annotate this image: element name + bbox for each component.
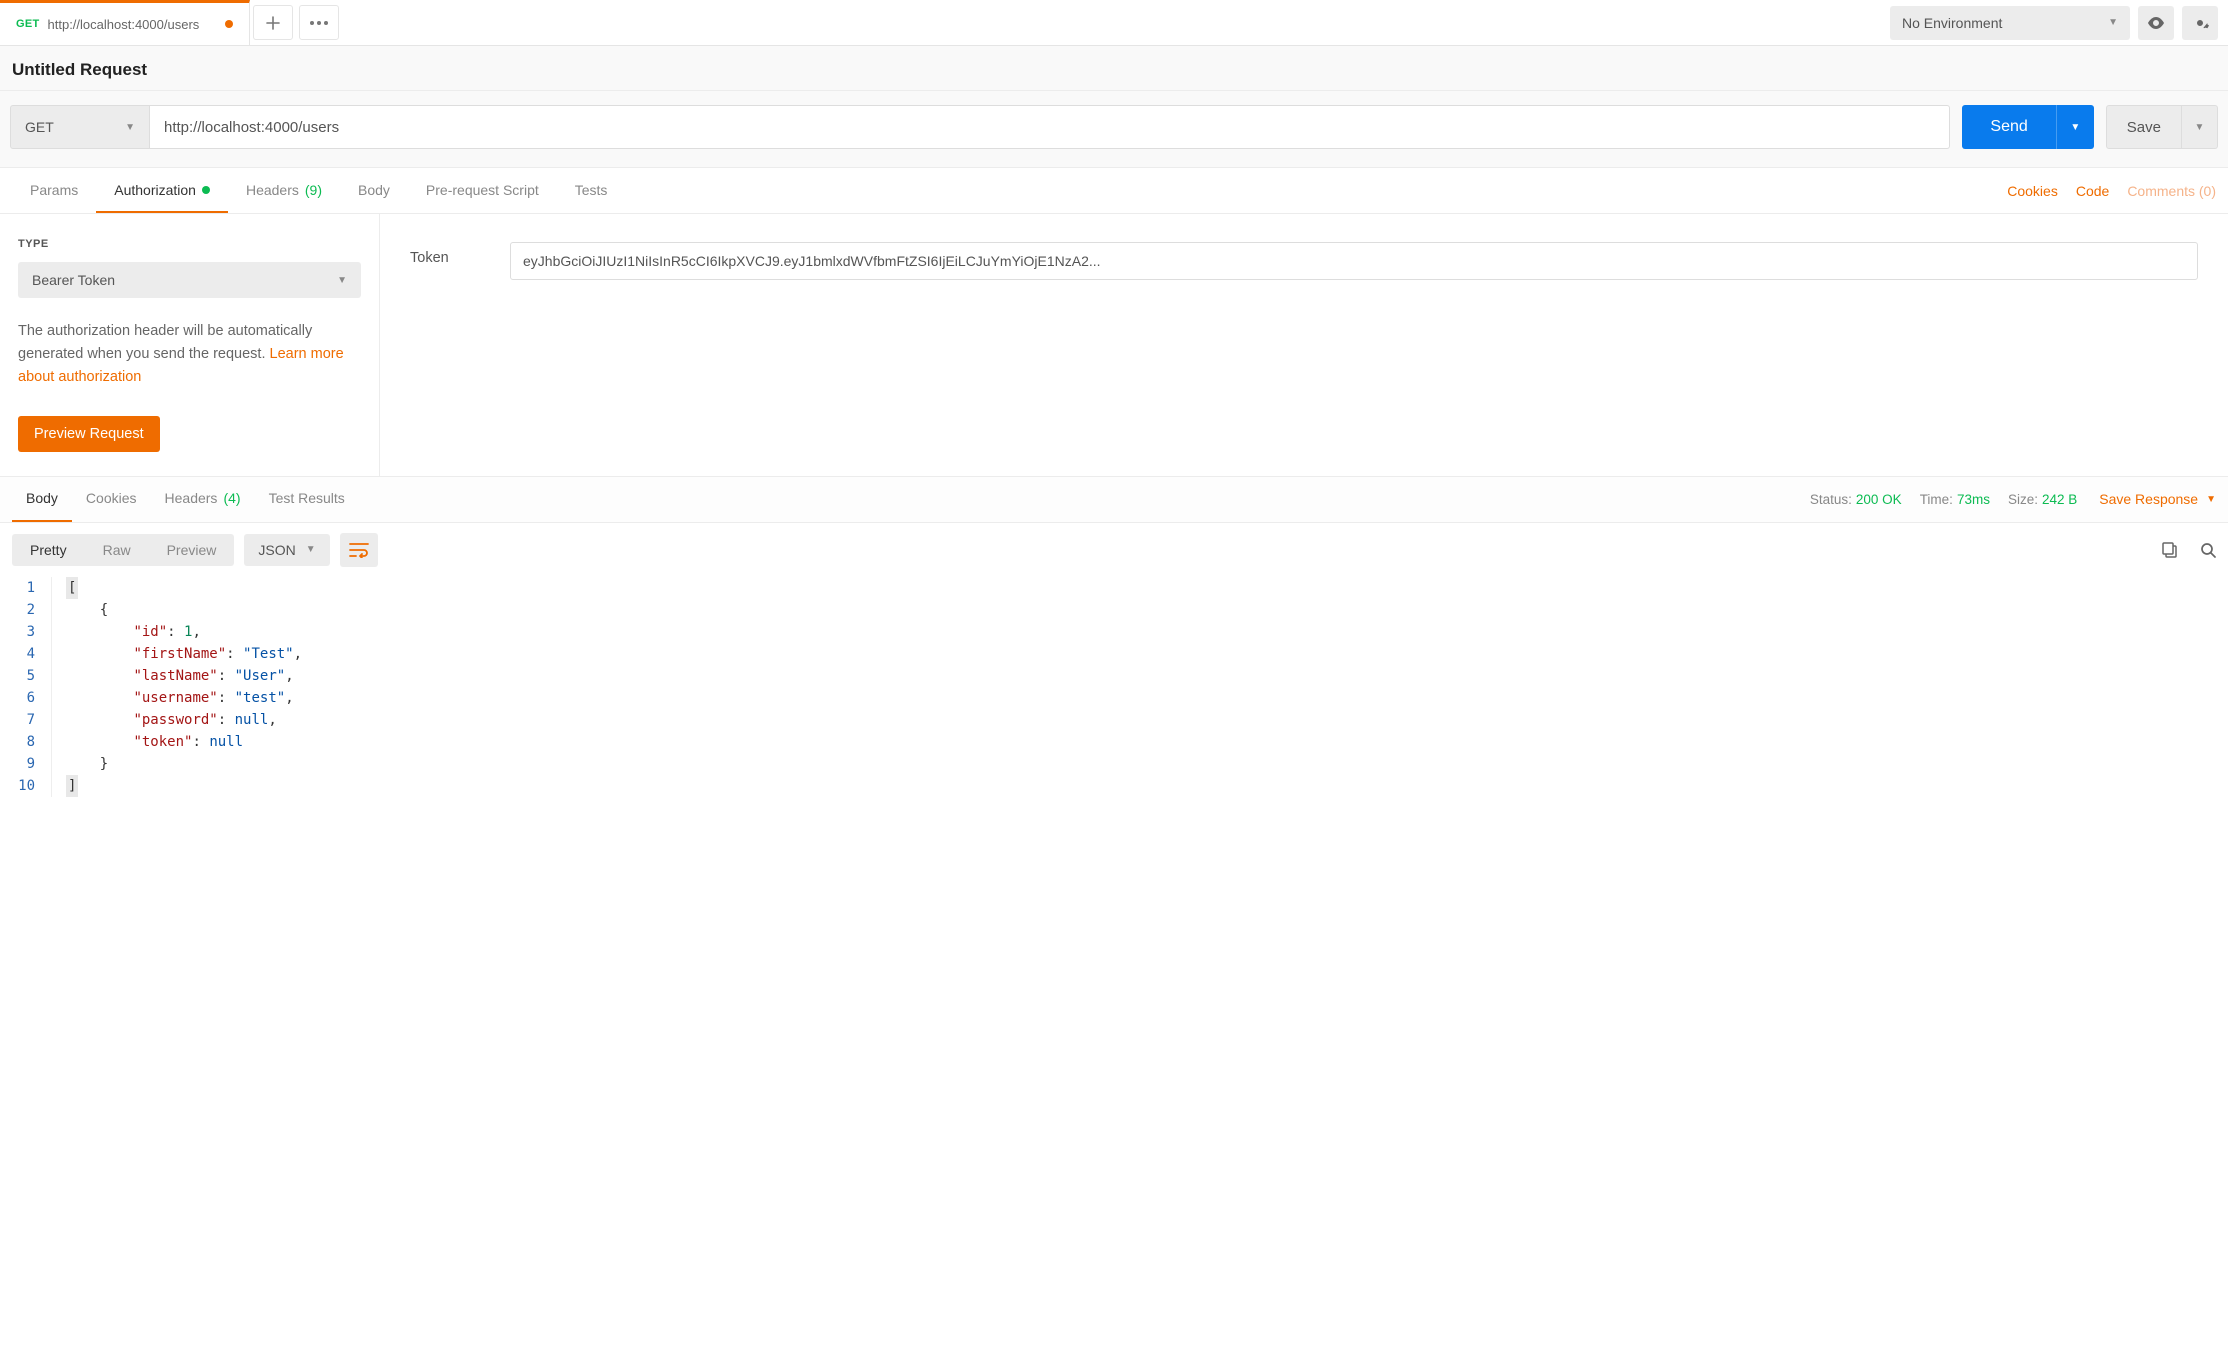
raw-button[interactable]: Raw — [85, 534, 149, 566]
request-tab[interactable]: GET http://localhost:4000/users — [0, 0, 250, 45]
authorization-panel: TYPE Bearer Token ▼ The authorization he… — [0, 214, 2228, 477]
new-tab-button[interactable] — [253, 5, 293, 40]
tab-prerequest[interactable]: Pre-request Script — [408, 168, 557, 213]
format-value: JSON — [258, 542, 295, 558]
search-button[interactable] — [2200, 542, 2216, 558]
send-dropdown-button[interactable]: ▼ — [2056, 105, 2094, 149]
size-meta: Size:242 B — [2008, 492, 2077, 507]
wrap-icon — [349, 542, 369, 558]
request-name[interactable]: Untitled Request — [12, 60, 2216, 80]
wrap-lines-button[interactable] — [340, 533, 378, 567]
save-button[interactable]: Save — [2106, 105, 2182, 149]
environment-quicklook-button[interactable] — [2138, 6, 2174, 40]
resp-tab-cookies[interactable]: Cookies — [72, 477, 151, 522]
resp-tab-testresults[interactable]: Test Results — [255, 477, 359, 522]
line-gutter: 12345678910 — [12, 577, 52, 797]
preview-request-button[interactable]: Preview Request — [18, 416, 160, 452]
status-meta: Status:200 OK — [1810, 492, 1902, 507]
tab-options-button[interactable] — [299, 5, 339, 40]
eye-icon — [2147, 17, 2165, 29]
tab-method: GET — [16, 18, 40, 30]
save-group: Save ▼ — [2106, 105, 2218, 149]
token-label: Token — [410, 242, 470, 266]
auth-description: The authorization header will be automat… — [18, 320, 361, 390]
response-tabs: Body Cookies Headers (4) Test Results St… — [0, 477, 2228, 523]
code-content: [ { "id": 1, "firstName": "Test", "lastN… — [52, 577, 2216, 797]
chevron-down-icon: ▼ — [2070, 122, 2080, 133]
request-tabs: Params Authorization Headers (9) Body Pr… — [0, 168, 2228, 214]
preview-button[interactable]: Preview — [149, 534, 235, 566]
time-value: 73ms — [1957, 492, 1990, 507]
view-mode-segment: Pretty Raw Preview — [12, 534, 234, 566]
comments-link[interactable]: Comments (0) — [2127, 183, 2216, 199]
resp-headers-count: (4) — [223, 490, 240, 506]
auth-type-select[interactable]: Bearer Token ▼ — [18, 262, 361, 298]
save-response-button[interactable]: Save Response▼ — [2099, 491, 2216, 507]
plus-icon — [266, 16, 280, 30]
tab-headers[interactable]: Headers (9) — [228, 168, 340, 213]
chevron-down-icon: ▼ — [2195, 122, 2205, 133]
type-label: TYPE — [18, 238, 361, 250]
search-icon — [2200, 542, 2216, 558]
auth-type-value: Bearer Token — [32, 272, 115, 288]
chevron-down-icon: ▼ — [2108, 17, 2118, 28]
cookies-link[interactable]: Cookies — [2007, 183, 2058, 199]
send-group: Send ▼ — [1962, 105, 2093, 149]
ellipsis-icon — [310, 21, 328, 25]
settings-button[interactable] — [2182, 6, 2218, 40]
method-select[interactable]: GET ▼ — [10, 105, 150, 149]
auth-right: Token — [380, 214, 2228, 476]
url-input[interactable] — [150, 105, 1950, 149]
gear-icon — [2191, 14, 2209, 32]
unsaved-dot-icon — [225, 20, 233, 28]
send-button[interactable]: Send — [1962, 105, 2055, 149]
top-bar: GET http://localhost:4000/users No Envir… — [0, 0, 2228, 46]
method-url-wrap: GET ▼ — [10, 105, 1950, 149]
copy-button[interactable] — [2162, 542, 2178, 558]
headers-count: (9) — [305, 182, 322, 198]
tab-strip: GET http://localhost:4000/users — [0, 0, 1890, 45]
save-dropdown-button[interactable]: ▼ — [2182, 105, 2218, 149]
tab-body[interactable]: Body — [340, 168, 408, 213]
chevron-down-icon: ▼ — [2206, 494, 2216, 505]
response-body-view[interactable]: 12345678910 [ { "id": 1, "firstName": "T… — [0, 577, 2228, 817]
resp-tab-body[interactable]: Body — [12, 477, 72, 522]
chevron-down-icon: ▼ — [337, 275, 347, 286]
tab-authorization[interactable]: Authorization — [96, 168, 228, 213]
token-input[interactable] — [510, 242, 2198, 280]
request-row: GET ▼ Send ▼ Save ▼ — [0, 91, 2228, 168]
environment-value: No Environment — [1902, 15, 2002, 31]
tab-title: http://localhost:4000/users — [48, 17, 200, 32]
chevron-down-icon: ▼ — [306, 544, 316, 555]
environment-select[interactable]: No Environment ▼ — [1890, 6, 2130, 40]
chevron-down-icon: ▼ — [125, 122, 135, 133]
time-meta: Time:73ms — [1920, 492, 1990, 507]
response-toolbar: Pretty Raw Preview JSON ▼ — [0, 523, 2228, 577]
auth-left: TYPE Bearer Token ▼ The authorization he… — [0, 214, 380, 476]
right-controls: No Environment ▼ — [1890, 0, 2228, 45]
indicator-dot-icon — [202, 186, 210, 194]
format-select[interactable]: JSON ▼ — [244, 534, 329, 566]
copy-icon — [2162, 542, 2178, 558]
tab-tests[interactable]: Tests — [557, 168, 626, 213]
pretty-button[interactable]: Pretty — [12, 534, 85, 566]
size-value: 242 B — [2042, 492, 2077, 507]
method-value: GET — [25, 119, 54, 135]
tab-params[interactable]: Params — [12, 168, 96, 213]
title-row: Untitled Request — [0, 46, 2228, 91]
resp-tab-headers[interactable]: Headers (4) — [151, 477, 255, 522]
status-value: 200 OK — [1856, 492, 1902, 507]
code-link[interactable]: Code — [2076, 183, 2109, 199]
